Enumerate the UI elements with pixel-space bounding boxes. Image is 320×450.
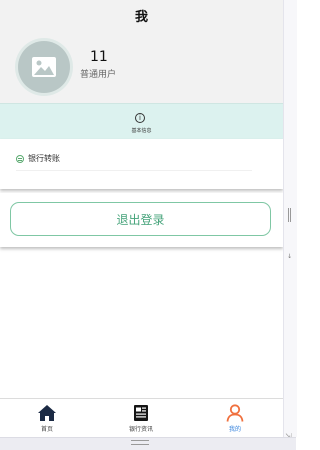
tab-bank-news[interactable]: 银行资讯	[94, 399, 188, 438]
tab-bank-news-label: 银行资讯	[128, 426, 153, 433]
basic-info-label: 基本信息	[131, 128, 152, 134]
basic-info-bar[interactable]: i 基本信息	[0, 103, 283, 140]
info-icon: i	[135, 113, 145, 123]
user-type: 普通用户	[80, 70, 117, 80]
divider	[16, 170, 252, 171]
image-placeholder-icon	[32, 57, 56, 77]
list-item-label: 银行转账	[28, 154, 60, 163]
tab-mine[interactable]: 我的	[188, 399, 282, 438]
logout-section: 退出登录	[0, 193, 283, 247]
page-title: 我	[134, 10, 148, 25]
scroll-marker-icon: ↓	[287, 253, 293, 260]
list-item-bank-transfer[interactable]: 银行转账	[16, 153, 60, 164]
transfer-icon	[16, 154, 24, 163]
scrollbar-grip-icon[interactable]	[288, 208, 291, 222]
menu-list: 银行转账	[0, 139, 283, 189]
logout-button[interactable]: 退出登录	[10, 202, 271, 236]
news-icon	[134, 405, 148, 421]
profile-header: 我 11 普通用户	[0, 0, 283, 103]
tab-mine-label: 我的	[228, 426, 241, 433]
tab-home[interactable]: 首页	[0, 399, 94, 438]
tab-bar: 首页 银行资讯 我的	[0, 398, 283, 438]
home-icon	[38, 405, 56, 421]
tab-home-label: 首页	[40, 426, 53, 433]
avatar[interactable]	[18, 41, 70, 93]
user-id: 11	[90, 49, 108, 65]
person-icon	[226, 404, 244, 422]
horizontal-grip-icon[interactable]	[131, 440, 149, 445]
app-screen: 我 11 普通用户 i 基本信息 银行转账 退出登录 首页 银行资讯 我的	[0, 0, 283, 438]
